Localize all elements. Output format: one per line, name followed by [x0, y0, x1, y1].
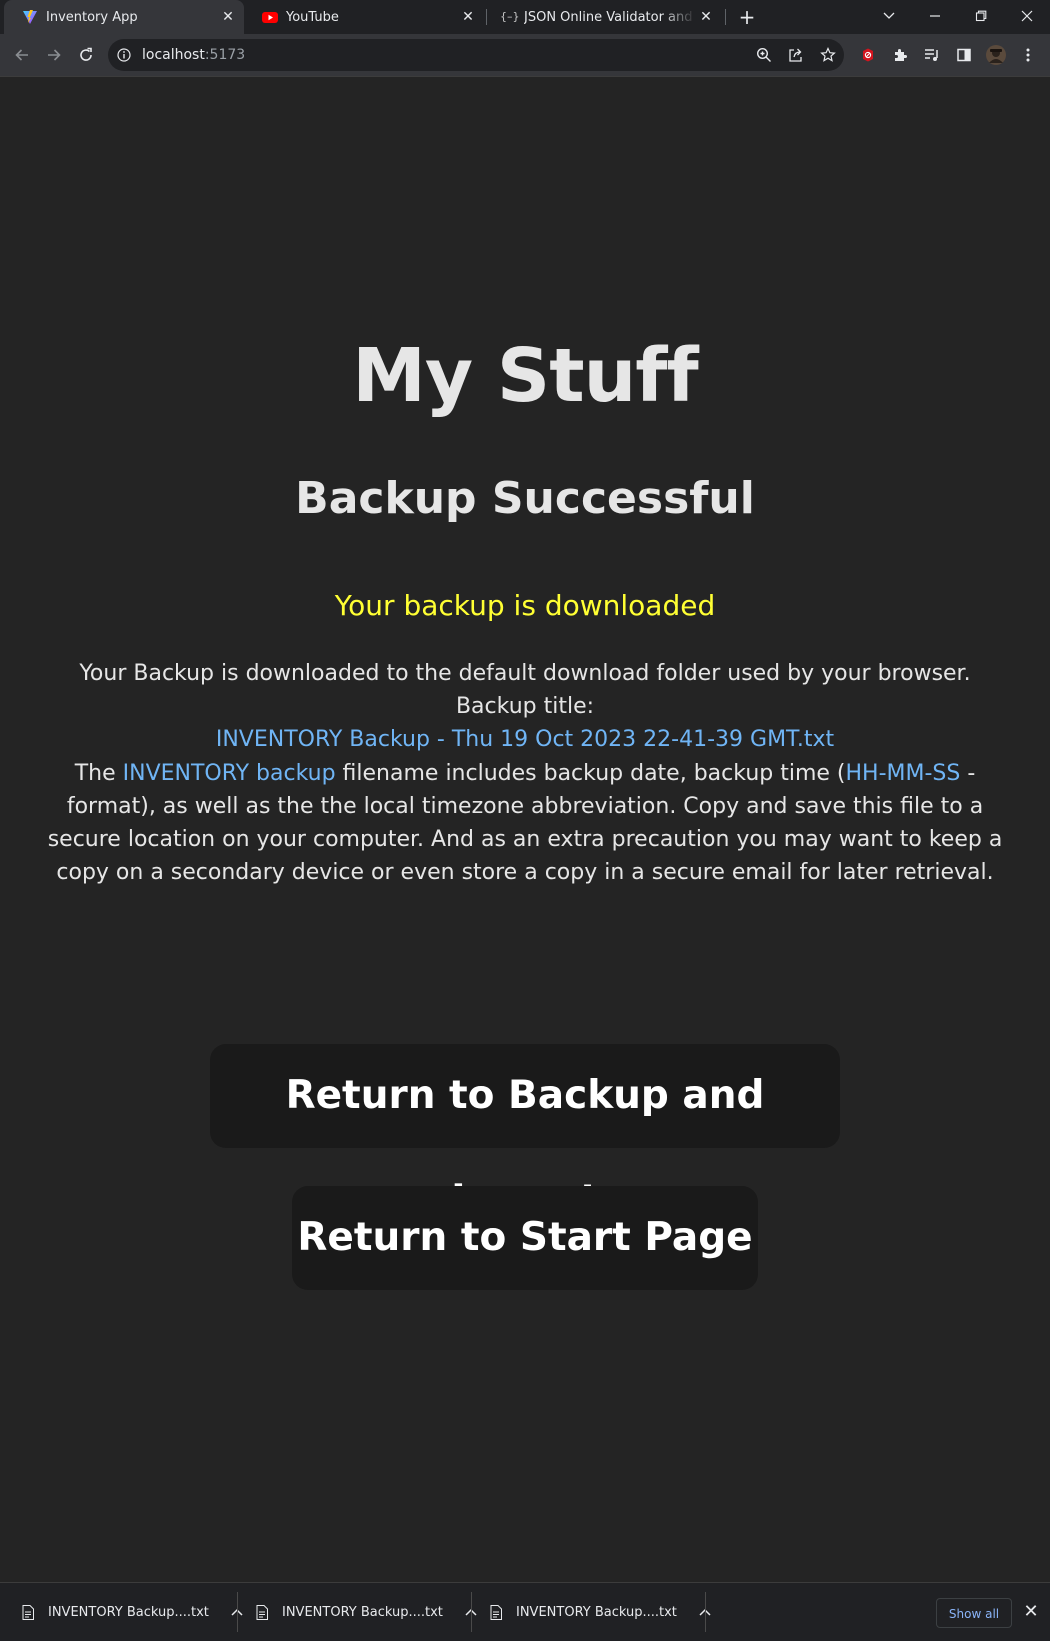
download-separator [705, 1592, 706, 1632]
new-tab-button[interactable]: + [735, 5, 759, 29]
page-subtitle: Backup Successful [295, 473, 755, 524]
close-window-button[interactable] [1004, 0, 1050, 32]
close-tab-icon[interactable]: ✕ [696, 9, 716, 25]
return-to-start-button[interactable]: Return to Start Page [292, 1186, 758, 1290]
side-panel-icon [957, 48, 971, 62]
back-button[interactable] [10, 43, 34, 67]
site-info-icon[interactable] [117, 48, 131, 62]
file-icon [22, 1604, 34, 1620]
tab-youtube[interactable]: YouTube ✕ [244, 0, 484, 34]
browser-menu-button[interactable] [1016, 43, 1040, 67]
restore-button[interactable] [958, 0, 1004, 32]
close-tab-icon[interactable]: ✕ [458, 9, 478, 25]
page-content: My Stuff Backup Successful Your backup i… [0, 77, 1050, 1582]
details-lead: The [74, 761, 123, 786]
tab-title: Inventory App [46, 9, 138, 25]
puzzle-icon [895, 49, 907, 61]
close-shelf-icon[interactable]: ✕ [1021, 1600, 1041, 1624]
url-port: :5173 [204, 47, 246, 63]
media-queue-icon [925, 49, 938, 61]
download-item[interactable]: INVENTORY Backup....txt [22, 1583, 243, 1641]
url-text: localhost:5173 [142, 39, 245, 71]
download-filename: INVENTORY Backup....txt [48, 1604, 209, 1620]
download-separator [471, 1592, 472, 1632]
download-shelf: INVENTORY Backup....txt INVENTORY Backup… [0, 1582, 1050, 1641]
tab-search-button[interactable] [866, 0, 912, 32]
tab-strip: Inventory App ✕ YouTube ✕ {–} JSON Onlin… [0, 0, 1050, 34]
reading-list-button[interactable] [920, 43, 944, 67]
status-message: Your backup is downloaded [334, 589, 716, 622]
reload-button[interactable] [74, 43, 98, 67]
share-icon[interactable] [788, 47, 804, 63]
profile-avatar-button[interactable] [984, 43, 1008, 67]
json-bracket-icon: {–} [500, 10, 520, 23]
backup-details-text: The INVENTORY backup filename includes b… [40, 757, 1010, 889]
avatar [986, 45, 1006, 65]
vite-logo-icon [22, 9, 38, 25]
reload-icon [80, 47, 92, 61]
tab-title: JSON Online Validator and Form [524, 9, 696, 25]
file-icon [490, 1604, 502, 1620]
bookmark-star-icon[interactable] [820, 47, 836, 63]
backup-intro-text: Your Backup is downloaded to the default… [79, 661, 971, 719]
download-separator [237, 1592, 238, 1632]
backup-filename: INVENTORY Backup - Thu 19 Oct 2023 22-41… [215, 727, 835, 752]
tab-inventory-app[interactable]: Inventory App ✕ [4, 0, 244, 34]
close-tab-icon[interactable]: ✕ [218, 9, 238, 25]
back-arrow-icon [15, 49, 28, 61]
details-middle: filename includes backup date, backup ti… [335, 761, 846, 786]
tab-title: YouTube [286, 9, 339, 25]
download-item[interactable]: INVENTORY Backup....txt [256, 1583, 477, 1641]
show-all-downloads-button[interactable]: Show all [936, 1598, 1012, 1628]
minimize-button[interactable] [912, 0, 958, 32]
tab-separator [725, 9, 726, 25]
side-panel-button[interactable] [952, 43, 976, 67]
file-icon [256, 1604, 268, 1620]
more-vertical-icon [1026, 48, 1030, 62]
url-host: localhost [142, 47, 205, 63]
return-to-backup-button[interactable]: Return to Backup and Import [210, 1044, 840, 1222]
inventory-backup-highlight: INVENTORY backup [122, 761, 336, 786]
download-item[interactable]: INVENTORY Backup....txt [490, 1583, 711, 1641]
red-extension-icon [863, 48, 873, 62]
page-title: My Stuff [352, 333, 698, 419]
forward-button[interactable] [42, 43, 66, 67]
address-bar[interactable]: localhost:5173 [108, 39, 844, 71]
time-format-highlight: HH-MM-SS [845, 761, 961, 786]
tab-json-validator[interactable]: {–} JSON Online Validator and Form ✕ [482, 0, 722, 34]
extension-red-button[interactable] [856, 43, 880, 67]
youtube-icon [262, 9, 278, 25]
extensions-button[interactable] [888, 43, 912, 67]
download-filename: INVENTORY Backup....txt [516, 1604, 677, 1620]
forward-arrow-icon [48, 49, 61, 61]
zoom-icon[interactable] [756, 47, 772, 63]
browser-toolbar: localhost:5173 [0, 34, 1050, 77]
download-filename: INVENTORY Backup....txt [282, 1604, 443, 1620]
